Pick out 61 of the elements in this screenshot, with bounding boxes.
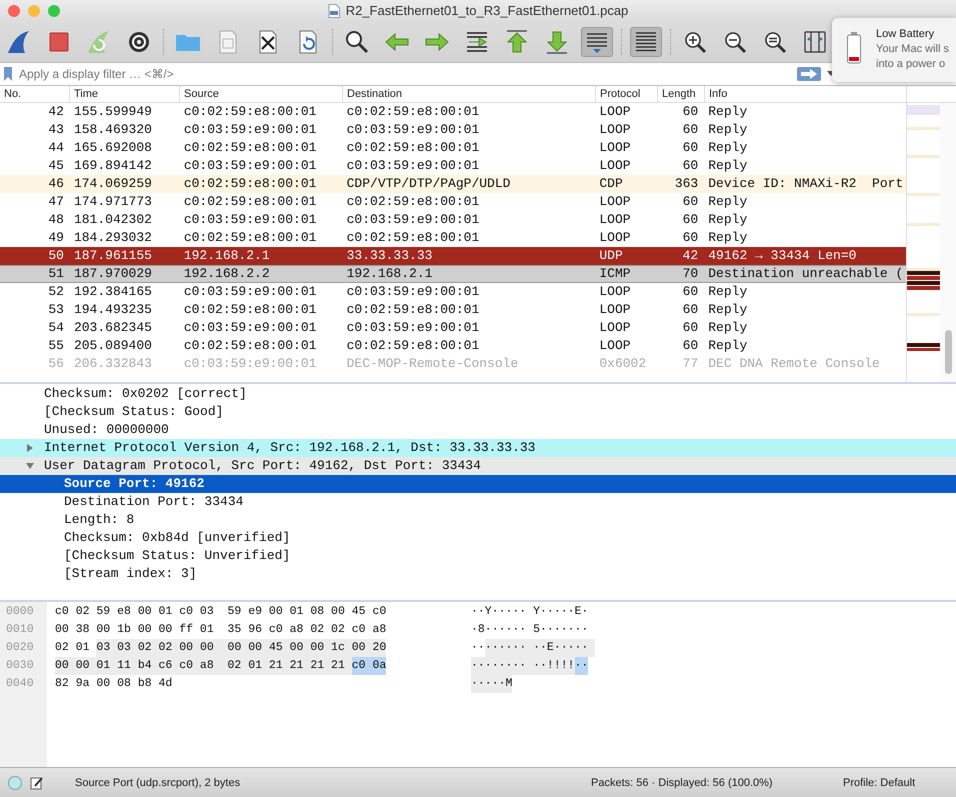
file-icon [328,4,340,18]
notification-text: into a power o [876,57,946,72]
detail-row[interactable]: Checksum: 0x0202 [correct] [0,384,956,403]
ascii-bytes[interactable]: ·8······ 5······· [471,620,588,639]
ascii-bytes[interactable]: ········ ··!!!! [471,656,575,675]
packet-row[interactable]: 50 187.961155 192.168.2.1 33.33.33.33 UDP 42 49162 → 33434 Len=0 [0,246,906,265]
column-header[interactable]: Length [658,86,705,102]
battery-icon [846,31,862,65]
byte-offset: 0020 [5,640,35,656]
detail-row[interactable]: Internet Protocol Version 4, Src: 192.168.2.1, Dst: 33.33.33.33 [0,438,956,457]
hex-bytes[interactable]: 02 01 [55,638,96,657]
ascii-bytes[interactable]: ··Y····· Y·····E· [471,602,588,621]
hex-bytes[interactable]: 00 00 01 11 b4 c6 c0 a8 02 01 21 21 21 21 [55,656,352,675]
packet-row[interactable]: 46 174.069259 c0:02:59:e8:00:01 CDP/VTP/DTP/PAgP/UDLD CDP 363 Device ID: NMAXi-R2 Port [0,174,906,193]
edit-icon[interactable] [30,776,44,790]
detail-row[interactable]: Source Port: 49162 [0,474,956,493]
column-header[interactable]: Source [180,86,343,102]
detail-row[interactable]: Destination Port: 33434 [0,492,956,511]
minimap-drawing[interactable] [906,102,940,382]
column-header[interactable]: No. [0,86,70,102]
byte-offset: 0040 [5,676,35,692]
column-header[interactable]: Protocol [596,86,658,102]
ascii-bytes[interactable]: ·· [471,638,485,657]
caret-icon[interactable] [827,70,835,77]
notification-panel[interactable]: Low Battery Your Mac will s into a power o [832,18,956,82]
packet-row[interactable]: 52 192.384165 c0:03:59:e9:00:01 c0:03:59:e9:00:01 LOOP 60 Reply [0,282,906,301]
hex-bytes[interactable]: 82 9a 00 08 b8 4d [55,674,172,693]
hex-bytes[interactable]: 03 03 02 02 00 00 00 00 45 00 00 1c 00 20 [96,638,386,657]
column-header[interactable]: Destination [343,86,596,102]
scrollbar-thumb[interactable] [945,330,952,374]
hex-bytes[interactable]: c0 0a [352,656,386,675]
detail-row[interactable]: Checksum: 0xb84d [unverified] [0,528,956,547]
hex-bytes[interactable]: 00 38 00 1b 00 00 ff 01 35 96 c0 a8 02 02 c0 a8 [55,620,386,639]
column-header[interactable]: Time [70,86,180,102]
detail-row[interactable]: Length: 8 [0,510,956,529]
packet-row[interactable]: 51 187.970029 192.168.2.2 192.168.2.1 ICMP 70 Destination unreachable ( [0,264,906,283]
status-text: Source Port (udp.srcport), 2 bytes [75,776,242,789]
hex-bytes[interactable]: c0 02 59 e8 00 01 c0 03 59 e9 00 01 08 00 45 c0 [55,602,386,621]
window-title: R2_FastEthernet01_to_R3_FastEthernet01.pcap [346,3,628,18]
lines-button[interactable] [630,26,662,57]
profile-label[interactable]: Profile: Default [843,776,916,789]
detail-row[interactable]: [Checksum Status: Good] [0,402,956,421]
notification-title: Low Battery [876,27,936,42]
detail-row[interactable]: [Checksum Status: Unverified] [0,546,956,565]
packet-count: Packets: 56 · Displayed: 56 (100.0%) [591,776,774,789]
byte-offset: 0000 [5,604,35,620]
byte-offset: 0030 [5,658,35,674]
detail-row[interactable]: Unused: 00000000 [0,420,956,439]
collapsed-triangle-icon[interactable] [25,442,35,453]
apply-filter-button[interactable] [797,66,821,81]
autoscroll-button[interactable] [581,26,613,57]
ascii-bytes[interactable]: ······ ··E····· [484,638,596,657]
close-window-button[interactable] [8,5,20,17]
notification-text: Your Mac will s [876,42,949,57]
packet-row[interactable]: 47 174.971773 c0:02:59:e8:00:01 c0:02:59:e8:00:01 LOOP 60 Reply [0,192,906,211]
expanded-triangle-icon[interactable] [25,460,35,471]
column-header[interactable]: Info [705,86,907,102]
detail-row[interactable]: [Stream index: 3] [0,564,956,583]
ascii-bytes[interactable]: ·····M [471,674,512,693]
detail-row[interactable]: User Datagram Protocol, Src Port: 49162, Dst Port: 33434 [0,456,956,475]
byte-offset: 0010 [5,622,35,638]
